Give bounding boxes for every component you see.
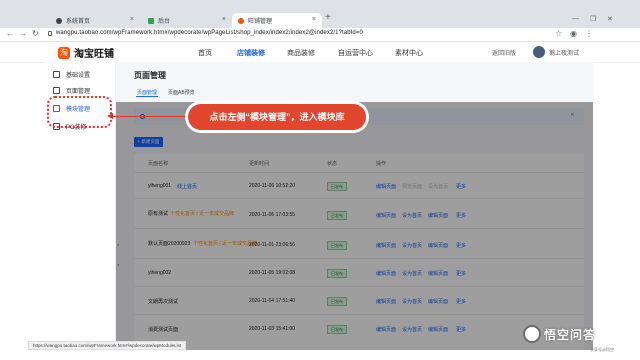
tab-page-management[interactable]: 页面管理 [137,89,157,96]
url-field[interactable]: wangpu.taobao.com/wpFramework.htm#/wpdec… [56,30,363,36]
guide-callout: 点击左侧“模块管理”，进入模块库 [188,104,366,130]
app-icon [148,17,154,24]
browser-status-url: https://wangpu.taobao.com/wpFramework.ht… [28,341,187,350]
sidebar-item-label: 基础设置 [66,73,91,79]
page-icon [53,87,60,94]
highlight-box [47,96,112,128]
settings-icon [53,71,60,78]
nav-product-decoration[interactable]: 商品装修 [287,48,315,58]
arrow-line [112,116,186,117]
sidebar-item-basic-settings[interactable]: 基础设置 [53,70,90,79]
tab-label: 后台 [158,19,171,25]
maximize-icon[interactable]: ❐ [590,15,596,23]
menu-icon[interactable]: ⋮ [585,29,593,38]
address-bar: ← → ↻ wangpu.taobao.com/wpFramework.htm#… [0,28,640,42]
account-icon[interactable]: ◉ [570,29,577,38]
minimize-icon[interactable]: — [572,15,579,22]
back-icon[interactable]: ← [6,29,14,38]
lock-icon [48,31,52,36]
browser-tab-1[interactable]: 系统首页 × [50,13,140,28]
logo[interactable]: 淘 淘宝旺铺 [58,45,114,60]
forward-icon[interactable]: → [19,29,27,38]
browser-tabstrip: 系统首页 × 后台 × 旺铺管理 × + — ❐ ✕ [0,0,640,28]
globe-icon [56,17,62,24]
page-title: 页面管理 [134,71,166,80]
tab-label: 旺铺管理 [248,19,273,25]
nav-shop-decoration[interactable]: 店铺装修 [237,48,265,58]
browser-tab-2[interactable]: 后台 × [142,13,232,28]
browser-tab-3[interactable]: 旺铺管理 × [232,13,322,28]
nav-home[interactable]: 首页 [198,48,212,58]
tab-underline [136,96,158,97]
tab-label: 系统首页 [66,19,91,25]
close-icon[interactable]: × [222,16,226,23]
logo-text: 淘宝旺铺 [74,49,114,60]
sidebar-item-label: 页面管理 [66,89,91,95]
tab-page-ab-preview[interactable]: 页面AB预览 [168,89,195,96]
star-icon[interactable]: ☆ [555,29,562,38]
watermark-logo-icon [523,325,541,343]
avatar[interactable] [533,46,545,58]
nav-material-center[interactable]: 素材中心 [395,48,423,58]
user-name[interactable]: 鹅上夜测试 [549,48,579,57]
close-icon[interactable]: × [312,16,316,23]
close-icon[interactable]: × [130,16,134,23]
arrow-head-icon [107,113,113,119]
watermark-text: 悟空问答 [544,327,597,342]
watermark-sub: 头条号@悟空 [590,347,615,352]
new-tab-button[interactable]: + [325,12,331,23]
reload-icon[interactable]: ↻ [32,29,39,38]
shop-icon [238,17,244,24]
sidebar-item-page-management[interactable]: 页面管理 [53,86,90,95]
app-header: 淘 淘宝旺铺 首页 店铺装修 商品装修 自运营中心 素材中心 返回旧版 鹅上夜测… [0,42,640,63]
logo-icon: 淘 [58,46,70,59]
guide-overlay [116,102,593,350]
window-close-icon[interactable]: ✕ [607,15,613,23]
return-old-link[interactable]: 返回旧版 [492,48,516,57]
nav-self-operation[interactable]: 自运营中心 [338,48,373,58]
watermark: 悟空问答 [523,325,596,343]
